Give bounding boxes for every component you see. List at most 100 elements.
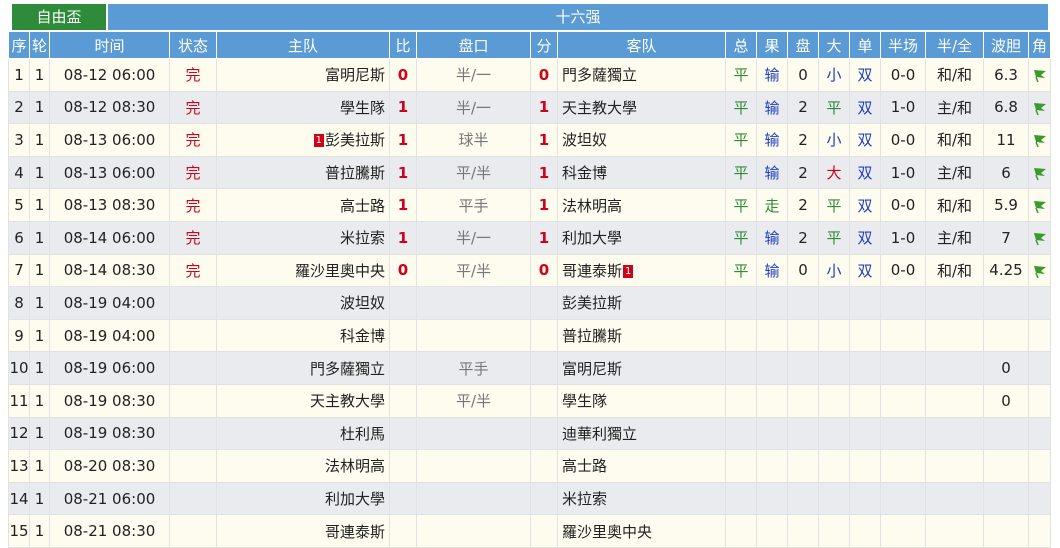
home-team-name[interactable]: 杜利馬: [340, 425, 385, 443]
home-team-name[interactable]: 彭美拉斯: [325, 131, 385, 149]
corner-cell[interactable]: [1028, 188, 1051, 222]
corner-cell[interactable]: [1028, 220, 1051, 255]
correct-score-odds[interactable]: 0: [983, 383, 1029, 418]
home-team[interactable]: 天主教大學: [216, 383, 390, 418]
table-row[interactable]: 9 1 08-19 04:00 科金博 普拉騰斯: [8, 318, 1051, 353]
away-team-name[interactable]: 彭美拉斯: [562, 294, 622, 312]
col-header[interactable]: 角: [1028, 31, 1051, 59]
away-team-name[interactable]: 利加大學: [562, 229, 622, 247]
away-team-name[interactable]: 門多薩獨立: [562, 66, 637, 84]
away-team-name[interactable]: 科金博: [562, 164, 607, 182]
table-row[interactable]: 1 1 08-12 06:00 完富明尼斯 0 半/一 0 門多薩獨立平输 0 小双 0-0 和/和 6…: [8, 58, 1051, 92]
corner-flag-icon[interactable]: [1032, 261, 1048, 279]
away-team[interactable]: 哥連泰斯 1: [557, 253, 726, 288]
home-team-name[interactable]: 哥連泰斯: [325, 523, 385, 541]
table-row[interactable]: 11 1 08-19 08:30 天主教大學 平/半 學生隊 0: [8, 383, 1051, 418]
away-team[interactable]: 彭美拉斯: [557, 286, 726, 320]
correct-score-odds[interactable]: [983, 449, 1029, 483]
correct-score-odds[interactable]: [983, 286, 1029, 320]
table-row[interactable]: 2 1 08-12 08:30 完學生隊 1 半/一 1 天主教大學平输 2 平双 1-0 主/和 6.…: [8, 90, 1051, 125]
table-row[interactable]: 5 1 08-13 08:30 完高士路 1 平手 1 法林明高平走 2 平双 0-0 和/和 5.9: [8, 188, 1051, 222]
corner-cell[interactable]: [1028, 416, 1051, 451]
col-header[interactable]: 大: [818, 31, 850, 59]
correct-score-odds[interactable]: 7: [983, 220, 1029, 255]
table-row[interactable]: 7 1 08-14 08:30 完羅沙里奧中央 0 平/半 0 哥連泰斯 1 平输 0 小双 0-0 和/…: [8, 253, 1051, 288]
home-team-name[interactable]: 米拉索: [340, 229, 385, 247]
away-team[interactable]: 羅沙里奧中央: [557, 514, 726, 548]
corner-flag-icon[interactable]: [1032, 66, 1048, 84]
away-team-name[interactable]: 米拉索: [562, 490, 607, 508]
table-row[interactable]: 15 1 08-21 08:30 哥連泰斯 羅沙里奧中央: [8, 514, 1051, 548]
away-team[interactable]: 門多薩獨立: [557, 58, 726, 92]
home-team[interactable]: 富明尼斯: [216, 58, 390, 92]
away-team[interactable]: 米拉索: [557, 481, 726, 516]
corner-cell[interactable]: [1028, 481, 1051, 516]
home-team-name[interactable]: 羅沙里奧中央: [295, 262, 385, 280]
home-team[interactable]: 羅沙里奧中央: [216, 253, 390, 288]
col-header[interactable]: 序: [8, 31, 30, 59]
away-team[interactable]: 科金博: [557, 155, 726, 190]
col-header[interactable]: 波胆: [983, 31, 1029, 59]
col-header[interactable]: 客队: [557, 31, 726, 59]
away-team[interactable]: 利加大學: [557, 220, 726, 255]
away-team-name[interactable]: 富明尼斯: [562, 360, 622, 378]
corner-cell[interactable]: [1028, 318, 1051, 353]
corner-cell[interactable]: [1028, 58, 1051, 92]
corner-cell[interactable]: [1028, 351, 1051, 385]
away-team[interactable]: 迪華利獨立: [557, 416, 726, 451]
correct-score-odds[interactable]: 11: [983, 123, 1029, 157]
away-team-name[interactable]: 高士路: [562, 457, 607, 475]
away-team[interactable]: 學生隊: [557, 383, 726, 418]
home-team-name[interactable]: 科金博: [340, 327, 385, 345]
corner-flag-icon[interactable]: [1032, 196, 1048, 214]
home-team[interactable]: 1 彭美拉斯: [216, 123, 390, 157]
away-team-name[interactable]: 普拉騰斯: [562, 327, 622, 345]
corner-cell[interactable]: [1028, 123, 1051, 157]
away-team-name[interactable]: 法林明高: [562, 197, 622, 215]
col-header[interactable]: 盘口: [416, 31, 531, 59]
away-team-name[interactable]: 哥連泰斯: [562, 262, 622, 280]
table-row[interactable]: 12 1 08-19 08:30 杜利馬 迪華利獨立: [8, 416, 1051, 451]
home-team-name[interactable]: 天主教大學: [310, 392, 385, 410]
home-team[interactable]: 哥連泰斯: [216, 514, 390, 548]
table-row[interactable]: 10 1 08-19 06:00 門多薩獨立 平手 富明尼斯 0: [8, 351, 1051, 385]
home-team-name[interactable]: 門多薩獨立: [310, 360, 385, 378]
col-header[interactable]: 半场: [880, 31, 926, 59]
col-header[interactable]: 果: [756, 31, 788, 59]
correct-score-odds[interactable]: 6.3: [983, 58, 1029, 92]
away-team[interactable]: 高士路: [557, 449, 726, 483]
col-header[interactable]: 单: [849, 31, 881, 59]
away-team-name[interactable]: 天主教大學: [562, 99, 637, 117]
home-team-name[interactable]: 法林明高: [325, 457, 385, 475]
table-row[interactable]: 4 1 08-13 06:00 完普拉騰斯 1 平/半 1 科金博平输 2 大双 1-0 主/和 6: [8, 155, 1051, 190]
table-row[interactable]: 8 1 08-19 04:00 波坦奴 彭美拉斯: [8, 286, 1051, 320]
correct-score-odds[interactable]: [983, 481, 1029, 516]
correct-score-odds[interactable]: [983, 514, 1029, 548]
col-header[interactable]: 半/全: [925, 31, 984, 59]
corner-flag-icon[interactable]: [1032, 164, 1048, 182]
away-team[interactable]: 天主教大學: [557, 90, 726, 125]
away-team[interactable]: 波坦奴: [557, 123, 726, 157]
home-team[interactable]: 學生隊: [216, 90, 390, 125]
table-row[interactable]: 14 1 08-21 06:00 利加大學 米拉索: [8, 481, 1051, 516]
round-tab[interactable]: 十六强: [108, 4, 1048, 30]
corner-cell[interactable]: [1028, 155, 1051, 190]
away-team[interactable]: 法林明高: [557, 188, 726, 222]
corner-flag-icon[interactable]: [1032, 229, 1048, 247]
col-header[interactable]: 分: [530, 31, 558, 59]
col-header[interactable]: 主队: [216, 31, 390, 59]
table-row[interactable]: 13 1 08-20 08:30 法林明高 高士路: [8, 449, 1051, 483]
correct-score-odds[interactable]: 4.25: [983, 253, 1029, 288]
correct-score-odds[interactable]: 0: [983, 351, 1029, 385]
table-row[interactable]: 6 1 08-14 06:00 完米拉索 1 半/一 1 利加大學平输 2 平双 1-0 主/和 7: [8, 220, 1051, 255]
away-team-name[interactable]: 迪華利獨立: [562, 425, 637, 443]
away-team-name[interactable]: 波坦奴: [562, 131, 607, 149]
col-header[interactable]: 时间: [49, 31, 170, 59]
corner-cell[interactable]: [1028, 90, 1051, 125]
corner-cell[interactable]: [1028, 514, 1051, 548]
home-team-name[interactable]: 普拉騰斯: [325, 164, 385, 182]
corner-cell[interactable]: [1028, 383, 1051, 418]
col-header[interactable]: 总: [725, 31, 757, 59]
correct-score-odds[interactable]: [983, 318, 1029, 353]
away-team-name[interactable]: 學生隊: [562, 392, 607, 410]
